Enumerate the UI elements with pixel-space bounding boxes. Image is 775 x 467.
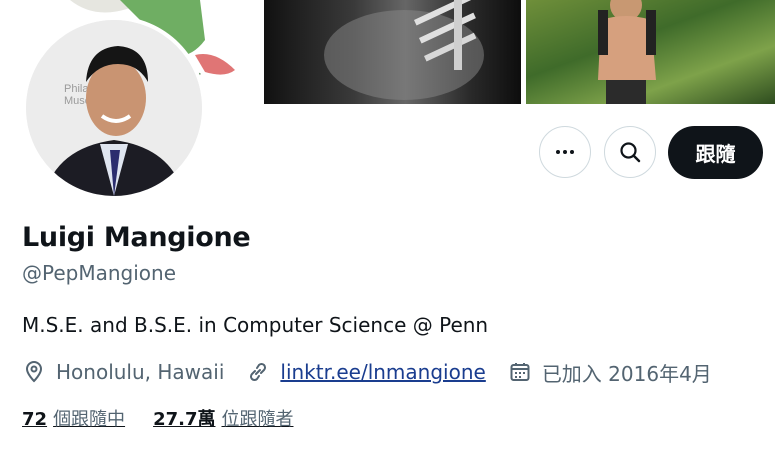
more-icon <box>556 150 574 154</box>
profile-bio: M.S.E. and B.S.E. in Computer Science @ … <box>22 313 489 337</box>
location-pin-icon <box>22 360 46 384</box>
avatar-image: Philad Muse <box>26 20 202 196</box>
profile-handle: @PepMangione <box>22 261 177 285</box>
search-icon <box>620 142 641 163</box>
location-text: Honolulu, Hawaii <box>56 360 225 384</box>
join-date-text: 已加入 2016年4月 <box>541 361 712 386</box>
link-icon <box>246 360 270 384</box>
join-date: 已加入 2016年4月 <box>508 358 712 387</box>
website-link[interactable]: linktr.ee/lnmangione <box>280 360 485 384</box>
follow-stats: 72 個跟隨中 27.7萬 位跟隨者 <box>22 405 321 431</box>
profile-meta: Honolulu, Hawaii linktr.ee/lnmangione 已加… <box>22 357 734 387</box>
more-options-button[interactable] <box>539 126 591 178</box>
website: linktr.ee/lnmangione <box>246 360 486 384</box>
calendar-icon <box>508 360 532 384</box>
search-button[interactable] <box>604 126 656 178</box>
following-link[interactable]: 72 個跟隨中 <box>22 405 125 431</box>
followers-count: 27.7萬 <box>153 409 216 430</box>
profile-avatar[interactable]: Philad Muse <box>22 16 206 200</box>
banner-image-xray <box>264 0 521 104</box>
followers-link[interactable]: 27.7萬 位跟隨者 <box>153 405 293 431</box>
followers-label: 位跟隨者 <box>221 409 294 430</box>
banner-image-hiking <box>526 0 775 104</box>
profile-name: Luigi Mangione <box>22 222 251 253</box>
following-count: 72 <box>22 409 48 430</box>
follow-button[interactable]: 跟隨 <box>668 126 763 179</box>
follow-button-label: 跟隨 <box>695 142 736 166</box>
location: Honolulu, Hawaii <box>22 360 224 384</box>
following-label: 個跟隨中 <box>53 409 126 430</box>
